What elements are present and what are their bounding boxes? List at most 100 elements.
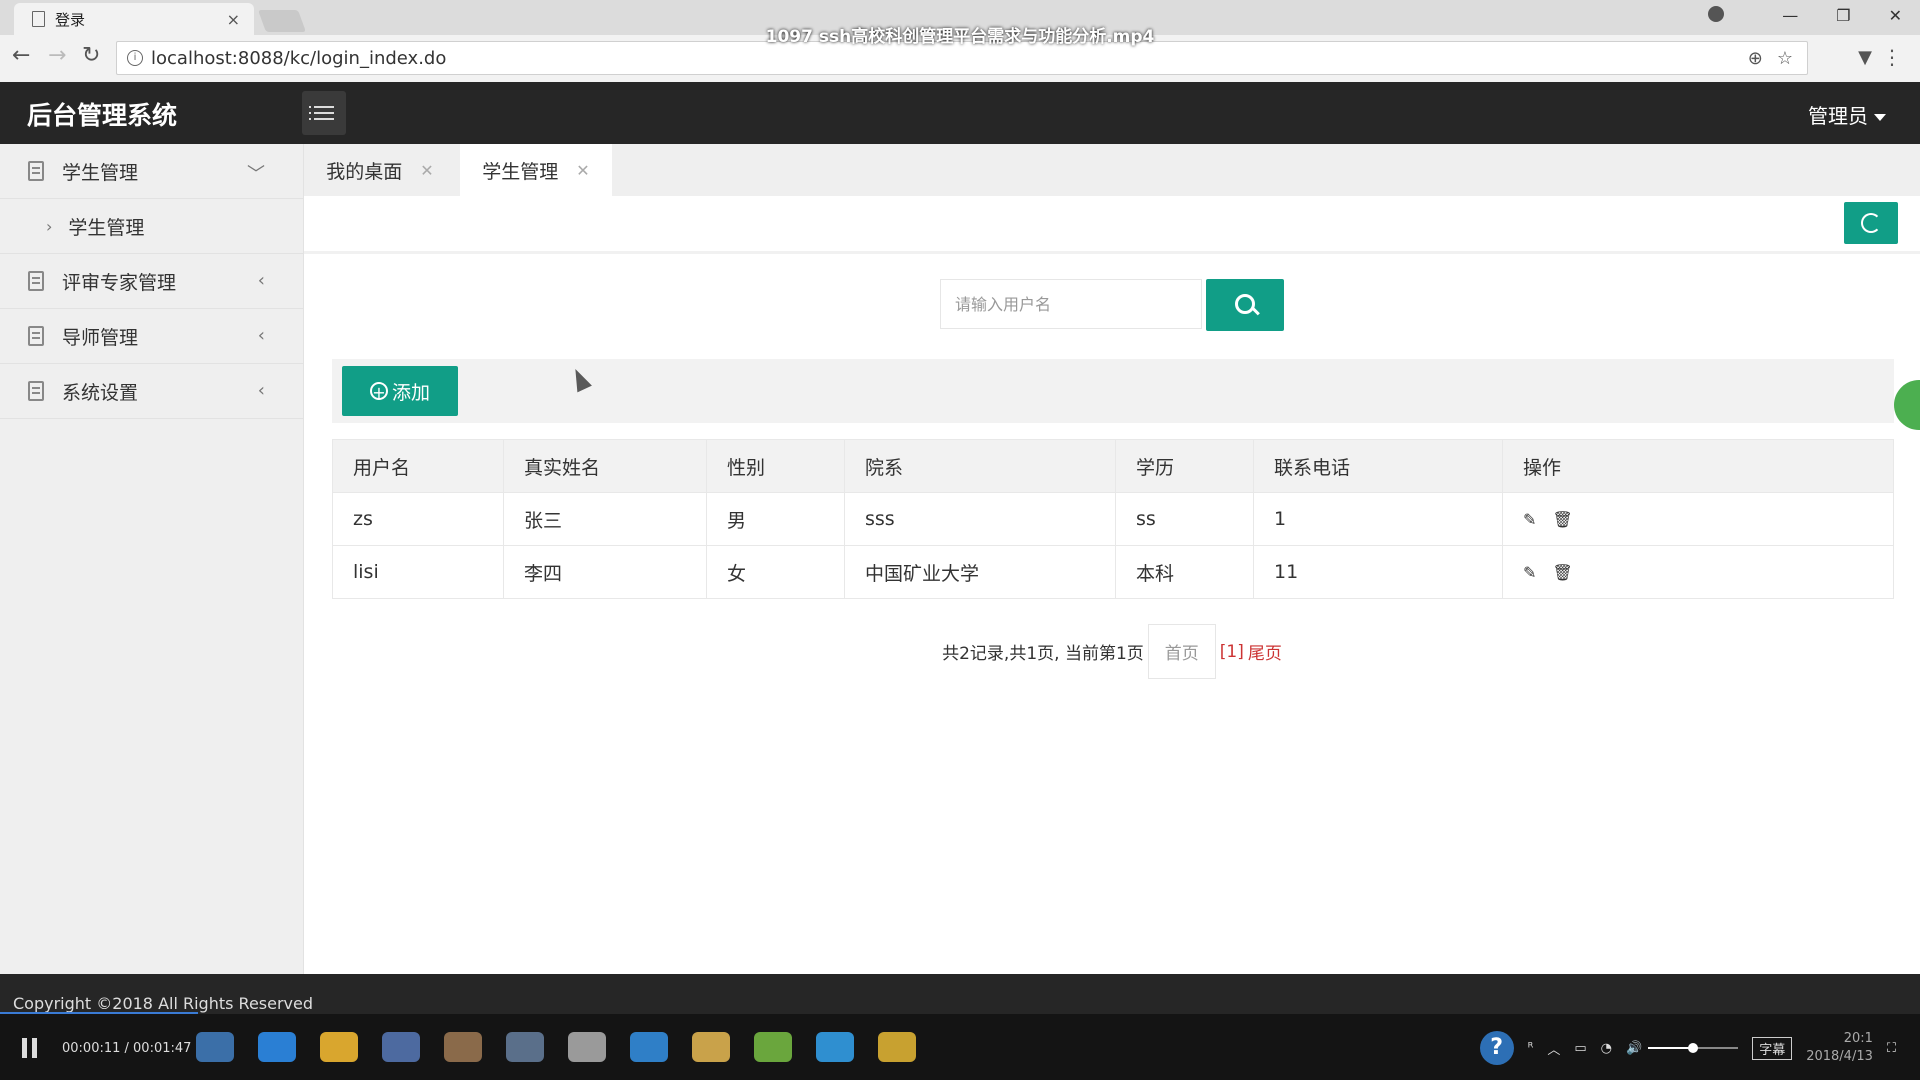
- cell-gender: 男: [706, 492, 845, 546]
- tab-desktop[interactable]: 我的桌面 ✕: [304, 144, 456, 196]
- copyright-text: Copyright ©2018 All Rights Reserved: [13, 994, 314, 1013]
- mail-icon[interactable]: [568, 1032, 606, 1062]
- delete-trash-icon[interactable]: 🗑: [1552, 510, 1572, 529]
- chevron-right-icon: ›: [46, 216, 53, 236]
- chevron-left-icon: ‹: [257, 325, 265, 346]
- forward-icon[interactable]: →: [48, 45, 66, 67]
- student-table: 用户名 真实姓名 性别 院系 学历 联系电话 操作 zs 张三 男 sss ss…: [332, 439, 1894, 599]
- form-icon: [28, 161, 44, 181]
- tab-label: 我的桌面: [326, 160, 403, 183]
- tab-close-icon[interactable]: ✕: [420, 161, 433, 180]
- sidebar-item-tutor-management[interactable]: 导师管理 ‹: [0, 309, 303, 364]
- tab-close-icon[interactable]: ✕: [576, 161, 589, 180]
- chevron-down-icon: ﹀: [247, 164, 265, 185]
- browser-tab[interactable]: 登录 ×: [14, 3, 254, 35]
- add-button[interactable]: + 添加: [342, 366, 458, 416]
- restore-icon[interactable]: ❐: [1836, 6, 1850, 25]
- column-header-phone: 联系电话: [1253, 439, 1503, 493]
- app-icon[interactable]: [444, 1032, 482, 1062]
- app-icon[interactable]: [816, 1032, 854, 1062]
- extension-icon[interactable]: ▼: [1858, 47, 1872, 68]
- pagination-first-link[interactable]: 首页: [1147, 624, 1216, 679]
- app-icon[interactable]: [382, 1032, 420, 1062]
- sidebar-item-expert-management[interactable]: 评审专家管理 ‹: [0, 254, 303, 309]
- fullscreen-icon[interactable]: ⛶: [1887, 1041, 1896, 1056]
- volume-slider-knob[interactable]: [1688, 1043, 1699, 1053]
- tab-label: 学生管理: [482, 160, 559, 183]
- table-row: lisi 李四 女 中国矿业大学 本科 11 ✎ 🗑: [332, 545, 1894, 599]
- browser-menu-icon[interactable]: ⋮: [1882, 45, 1902, 69]
- ie-browser-icon[interactable]: [258, 1032, 296, 1062]
- user-menu[interactable]: 管理员: [1808, 100, 1886, 129]
- app-icon[interactable]: [196, 1032, 234, 1062]
- edit-pencil-icon[interactable]: ✎: [1523, 510, 1536, 529]
- chrome-browser-icon[interactable]: [320, 1032, 358, 1062]
- table-row: zs 张三 男 sss ss 1 ✎ 🗑: [332, 492, 1894, 546]
- column-header-department: 院系: [844, 439, 1116, 493]
- menu-toggle-button[interactable]: [302, 91, 346, 135]
- subtitle-button[interactable]: 字幕: [1752, 1036, 1793, 1060]
- hamburger-icon-bar: [309, 106, 334, 108]
- browser-toolbar: ← → ↻ i localhost:8088/kc/login_index.do…: [0, 35, 1920, 83]
- tab-student-management[interactable]: 学生管理 ✕: [460, 144, 612, 196]
- sidebar-subitem-student-management[interactable]: › 学生管理: [0, 199, 303, 254]
- pagination-last-link[interactable]: 尾页: [1248, 639, 1282, 664]
- profile-icon[interactable]: [1708, 6, 1724, 22]
- volume-slider[interactable]: [1648, 1043, 1739, 1053]
- minimize-icon[interactable]: —: [1782, 6, 1798, 25]
- username-search-input[interactable]: [940, 279, 1202, 329]
- chevron-left-icon: ‹: [257, 270, 265, 291]
- column-header-realname: 真实姓名: [503, 439, 707, 493]
- clock-time: 20:1: [1843, 1031, 1873, 1046]
- document-icon: [32, 11, 45, 27]
- cell-phone: 11: [1253, 545, 1503, 599]
- refresh-button[interactable]: [1844, 202, 1898, 244]
- delete-trash-icon[interactable]: 🗑: [1552, 563, 1572, 582]
- clock-date: 2018/4/13: [1806, 1049, 1873, 1064]
- cell-education: 本科: [1115, 545, 1254, 599]
- reload-icon[interactable]: ↻: [82, 45, 100, 67]
- address-bar-url[interactable]: localhost:8088/kc/login_index.do: [151, 48, 1748, 69]
- help-icon[interactable]: ?: [1479, 1031, 1514, 1065]
- cell-department: 中国矿业大学: [844, 545, 1116, 599]
- wifi-icon[interactable]: ◔: [1601, 1041, 1612, 1056]
- app-title: 后台管理系统: [27, 101, 178, 130]
- app-icon[interactable]: [878, 1032, 916, 1062]
- folder-icon[interactable]: [692, 1032, 730, 1062]
- edit-pencil-icon[interactable]: ✎: [1523, 563, 1536, 582]
- zoom-icon[interactable]: ⊕: [1748, 48, 1763, 69]
- form-icon: [28, 326, 44, 346]
- action-bar: + 添加: [332, 359, 1894, 423]
- pagination-page-link[interactable]: [1]: [1220, 642, 1244, 662]
- address-bar[interactable]: i localhost:8088/kc/login_index.do ⊕ ☆: [116, 41, 1808, 75]
- pagination: 共2记录,共1页, 当前第1页 首页 [1] 尾页: [304, 624, 1920, 679]
- search-button[interactable]: [1206, 279, 1284, 331]
- cell-username: lisi: [332, 545, 504, 599]
- sidebar-item-system-settings[interactable]: 系统设置 ‹: [0, 364, 303, 419]
- browser-tab-title: 登录: [55, 10, 86, 29]
- chevron-up-icon[interactable]: ︿: [1547, 1039, 1560, 1058]
- close-window-icon[interactable]: ✕: [1889, 6, 1902, 25]
- form-icon: [28, 271, 44, 291]
- window-controls: — ❐ ✕: [1782, 6, 1902, 25]
- hamburger-icon-bar: [309, 118, 334, 120]
- pagination-summary: 共2记录,共1页, 当前第1页: [942, 644, 1144, 664]
- people-icon[interactable]: ᴿ: [1528, 1041, 1534, 1056]
- app-icon[interactable]: [506, 1032, 544, 1062]
- table-header-row: 用户名 真实姓名 性别 院系 学历 联系电话 操作: [332, 439, 1894, 493]
- pause-icon[interactable]: [20, 1038, 40, 1058]
- new-tab-button[interactable]: [257, 10, 307, 32]
- video-time: 00:00:11 / 00:01:47: [62, 1041, 192, 1056]
- info-icon[interactable]: i: [127, 50, 143, 66]
- volume-control[interactable]: 🔊: [1626, 1041, 1739, 1056]
- keyboard-icon[interactable]: ▭: [1574, 1041, 1586, 1056]
- sidebar-item-label: 导师管理: [62, 326, 139, 349]
- back-icon[interactable]: ←: [12, 45, 30, 67]
- bookmark-star-icon[interactable]: ☆: [1777, 48, 1793, 69]
- app-icon[interactable]: [754, 1032, 792, 1062]
- browser-tab-close-icon[interactable]: ×: [227, 10, 240, 29]
- app-icon[interactable]: [630, 1032, 668, 1062]
- system-clock: 20:1 2018/4/13: [1806, 1030, 1873, 1066]
- sidebar-item-student-management[interactable]: 学生管理 ﹀: [0, 144, 303, 199]
- floating-widget[interactable]: [1894, 380, 1920, 430]
